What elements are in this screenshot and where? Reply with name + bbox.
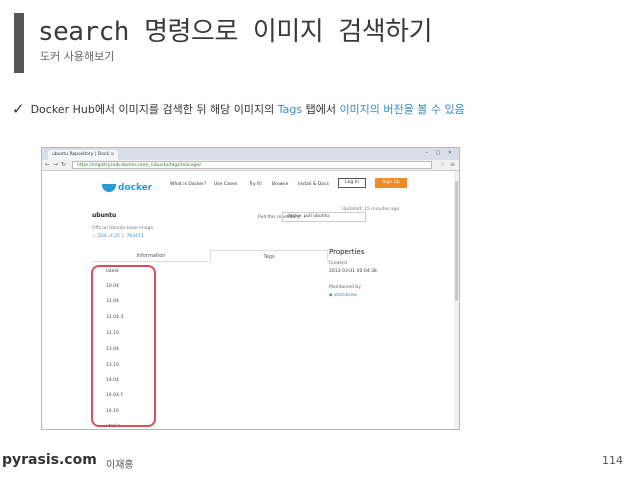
nav-install-docs[interactable]: Install & Docs bbox=[298, 182, 329, 187]
repo-description: Official Ubuntu base image bbox=[92, 226, 154, 231]
nav-use-cases[interactable]: Use Cases bbox=[214, 182, 237, 187]
bullet-text-versions: 이미지의 버전을 볼 수 있음 bbox=[339, 103, 465, 116]
created-label: Created bbox=[329, 261, 347, 266]
scrollbar-thumb[interactable] bbox=[455, 181, 458, 301]
arrow-left-icon[interactable]: ← bbox=[45, 161, 50, 168]
footer-author: 이재홍 bbox=[106, 460, 134, 471]
bullet-point: ✓ Docker Hub에서 이미지를 검색한 뒤 해당 이미지의 Tags 탭에… bbox=[12, 100, 465, 118]
slide-subtitle: 도커 사용해보기 bbox=[40, 50, 115, 63]
repo-name: ubuntu bbox=[92, 212, 117, 219]
bullet-text-tags: Tags bbox=[277, 103, 303, 116]
bullet-text-pre: Docker Hub에서 이미지를 검색한 뒤 해당 이미지의 bbox=[30, 103, 278, 116]
maintainer-link[interactable]: ◆ stackbrew bbox=[329, 293, 357, 298]
created-value: 2013-03-01 00:04:38 bbox=[329, 269, 377, 274]
login-button[interactable]: Log In bbox=[338, 178, 366, 188]
pull-command-input[interactable]: docker pull ubuntu bbox=[282, 212, 366, 222]
docker-whale-icon bbox=[102, 183, 116, 192]
address-bar: ← → ↻ https://registry.hub.docker.com/_/… bbox=[42, 160, 459, 171]
bookmark-star-icon[interactable]: ☆ bbox=[440, 161, 445, 168]
checkmark-icon: ✓ bbox=[12, 100, 25, 118]
browser-tab[interactable]: ubuntu Repository | Dock × bbox=[48, 150, 118, 160]
nav-try-it[interactable]: Try It! bbox=[249, 182, 262, 187]
properties-title: Properties bbox=[329, 248, 365, 256]
bullet-text-mid: 탭에서 bbox=[302, 103, 340, 116]
docker-logo[interactable]: docker bbox=[102, 177, 152, 196]
nav-browse[interactable]: Browse bbox=[272, 182, 288, 187]
tab-tags[interactable]: Tags bbox=[210, 250, 328, 262]
title-accent-bar bbox=[14, 13, 24, 73]
browser-tabbar: ubuntu Repository | Dock × – ▢ ✕ bbox=[42, 148, 459, 160]
page-scrollbar[interactable] bbox=[454, 171, 459, 429]
footer-brand: pyrasis.com bbox=[2, 452, 97, 468]
nav-what-is-docker[interactable]: What is Docker? bbox=[170, 182, 206, 187]
page-number: 114 bbox=[602, 454, 623, 467]
maintained-label: Maintained by bbox=[329, 285, 361, 290]
site-navbar: docker What is Docker? Use Cases Try It!… bbox=[42, 171, 459, 195]
hamburger-menu-icon[interactable]: ≡ bbox=[450, 161, 455, 168]
window-controls[interactable]: – ▢ ✕ bbox=[425, 150, 455, 156]
repo-stats: ☆ 528 ⎇ 25 ⇩ 763471 bbox=[92, 234, 144, 239]
repo-tabs: Information Tags bbox=[92, 250, 330, 262]
signup-button[interactable]: Sign Up bbox=[375, 178, 407, 188]
tags-highlight-box bbox=[91, 265, 156, 427]
reload-icon[interactable]: ↻ bbox=[61, 161, 66, 168]
url-input[interactable]: https://registry.hub.docker.com/_/ubuntu… bbox=[72, 161, 432, 169]
arrow-right-icon[interactable]: → bbox=[53, 161, 58, 168]
slide-title: search 명령으로 이미지 검색하기 bbox=[38, 17, 433, 47]
tab-information[interactable]: Information bbox=[92, 250, 210, 262]
